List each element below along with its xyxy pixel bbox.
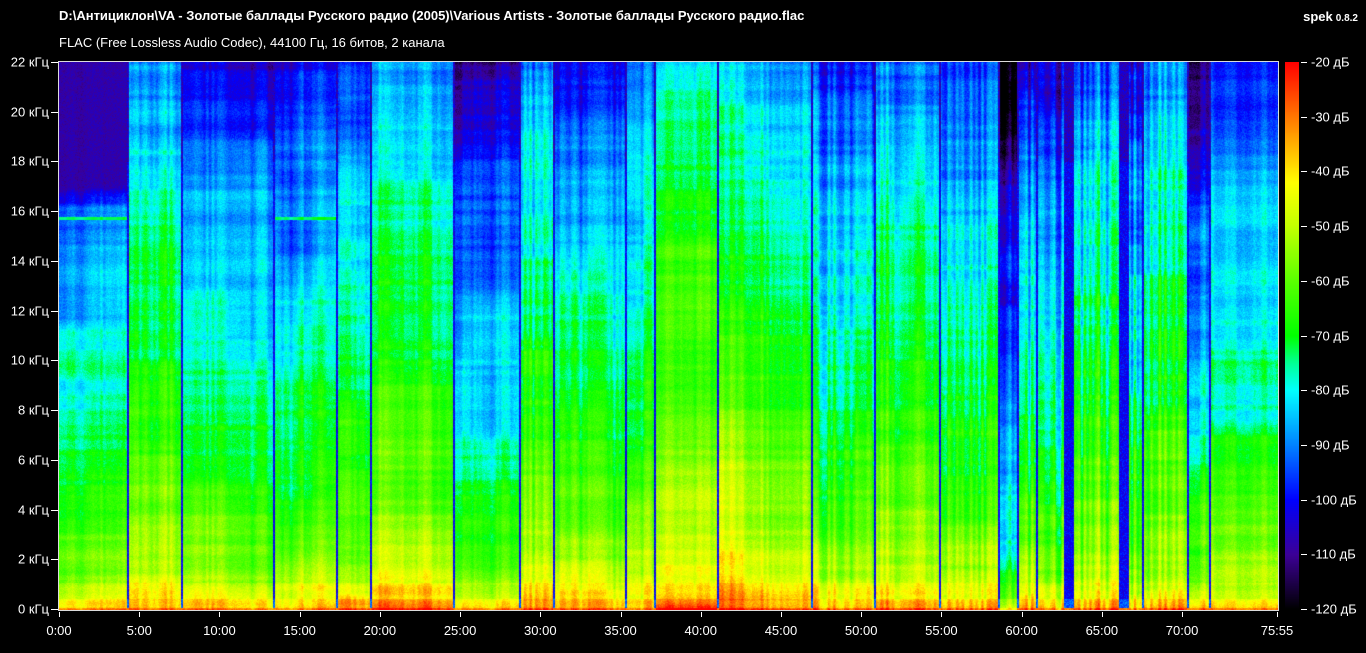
time-tick-label: 65:00 [1085, 623, 1119, 638]
format-subtitle: FLAC (Free Lossless Audio Codec), 44100 … [59, 35, 445, 50]
time-tick-mark [460, 612, 462, 617]
freq-tick-mark [51, 310, 58, 312]
time-tick-label: 25:00 [443, 623, 477, 638]
time-tick-label: 40:00 [684, 623, 718, 638]
freq-tick-mark [51, 559, 58, 561]
freq-tick-mark [51, 410, 58, 412]
db-tick-label: -50 дБ [1311, 218, 1350, 234]
time-tick-mark [1101, 612, 1103, 617]
time-tick-mark [780, 612, 782, 617]
db-tick-label: -30 дБ [1311, 109, 1350, 125]
app-brand: spek 0.8.2 [1303, 8, 1358, 26]
db-tick-mark [1301, 116, 1307, 118]
time-tick-label: 5:00 [126, 623, 152, 638]
db-tick-mark [1301, 171, 1307, 173]
freq-tick-label: 4 кГц [17, 502, 49, 518]
db-tick-mark [1301, 390, 1307, 392]
time-tick-label: 35:00 [604, 623, 637, 638]
app-version: 0.8.2 [1335, 13, 1358, 24]
freq-tick-mark [51, 260, 58, 262]
db-tick-label: -110 дБ [1311, 546, 1356, 562]
spectrogram-canvas [58, 61, 1279, 611]
db-tick-label: -60 дБ [1311, 273, 1350, 289]
freq-tick-label: 10 кГц [10, 352, 49, 368]
freq-tick-label: 16 кГц [10, 203, 49, 219]
freq-tick-mark [51, 509, 58, 511]
time-tick-mark [861, 612, 863, 617]
time-tick-label: 60:00 [1005, 623, 1038, 638]
time-tick-mark [219, 612, 221, 617]
time-tick-label: 70:00 [1165, 623, 1199, 638]
db-tick-mark [1301, 62, 1307, 63]
freq-tick-label: 0 кГц [17, 601, 49, 617]
time-tick-mark [700, 612, 702, 617]
freq-tick-label: 8 кГц [17, 402, 49, 418]
time-tick-label: 20:00 [363, 623, 397, 638]
freq-tick-mark [51, 609, 58, 610]
db-tick-mark [1301, 226, 1307, 228]
time-tick-label: 55:00 [925, 623, 958, 638]
time-tick-mark [1277, 612, 1278, 617]
freq-tick-label: 14 кГц [10, 253, 49, 269]
freq-tick-label: 12 кГц [10, 303, 49, 319]
db-tick-mark [1301, 554, 1307, 556]
time-tick-mark [299, 612, 301, 617]
time-tick-label: 75:55 [1260, 623, 1294, 638]
freq-tick-mark [51, 211, 58, 213]
freq-tick-mark [51, 161, 58, 163]
time-tick-mark [941, 612, 943, 617]
db-tick-mark [1301, 280, 1307, 282]
legend-gradient [1285, 62, 1299, 610]
db-tick-label: -20 дБ [1311, 54, 1350, 70]
freq-tick-mark [51, 360, 58, 362]
db-tick-label: -120 дБ [1311, 601, 1357, 617]
freq-tick-mark [51, 111, 58, 113]
time-tick-mark [1021, 612, 1023, 617]
time-tick-mark [379, 612, 381, 617]
time-tick-mark [540, 612, 542, 617]
time-tick-label: 50:00 [844, 623, 878, 638]
freq-tick-label: 22 кГц [10, 54, 49, 70]
db-tick-mark [1301, 335, 1307, 337]
time-tick-mark [59, 612, 60, 617]
time-tick-label: 45:00 [764, 623, 798, 638]
db-tick-mark [1301, 444, 1307, 446]
spek-window: { "app": { "name": "spek", "version": "0… [0, 0, 1366, 653]
time-tick-label: 0:00 [46, 623, 72, 638]
time-tick-mark [620, 612, 622, 617]
time-tick-mark [1182, 612, 1184, 617]
freq-tick-label: 18 кГц [10, 153, 49, 169]
time-tick-mark [139, 612, 141, 617]
app-name: spek [1303, 9, 1333, 24]
time-tick-label: 15:00 [283, 623, 316, 638]
file-path-title: D:\Антициклон\VA - Золотые баллады Русск… [59, 8, 805, 23]
freq-tick-label: 2 кГц [17, 551, 49, 567]
time-tick-label: 10:00 [203, 623, 236, 638]
freq-tick-label: 20 кГц [10, 104, 49, 120]
freq-tick-mark [51, 62, 58, 63]
freq-tick-mark [51, 459, 58, 461]
freq-tick-label: 6 кГц [17, 452, 49, 468]
db-tick-label: -40 дБ [1311, 163, 1350, 179]
db-tick-label: -80 дБ [1311, 382, 1350, 398]
db-tick-mark [1301, 609, 1307, 610]
db-tick-label: -70 дБ [1311, 328, 1350, 343]
db-tick-mark [1301, 499, 1307, 501]
db-tick-label: -90 дБ [1311, 437, 1350, 453]
time-tick-label: 30:00 [524, 623, 557, 638]
db-tick-label: -100 дБ [1311, 492, 1357, 508]
